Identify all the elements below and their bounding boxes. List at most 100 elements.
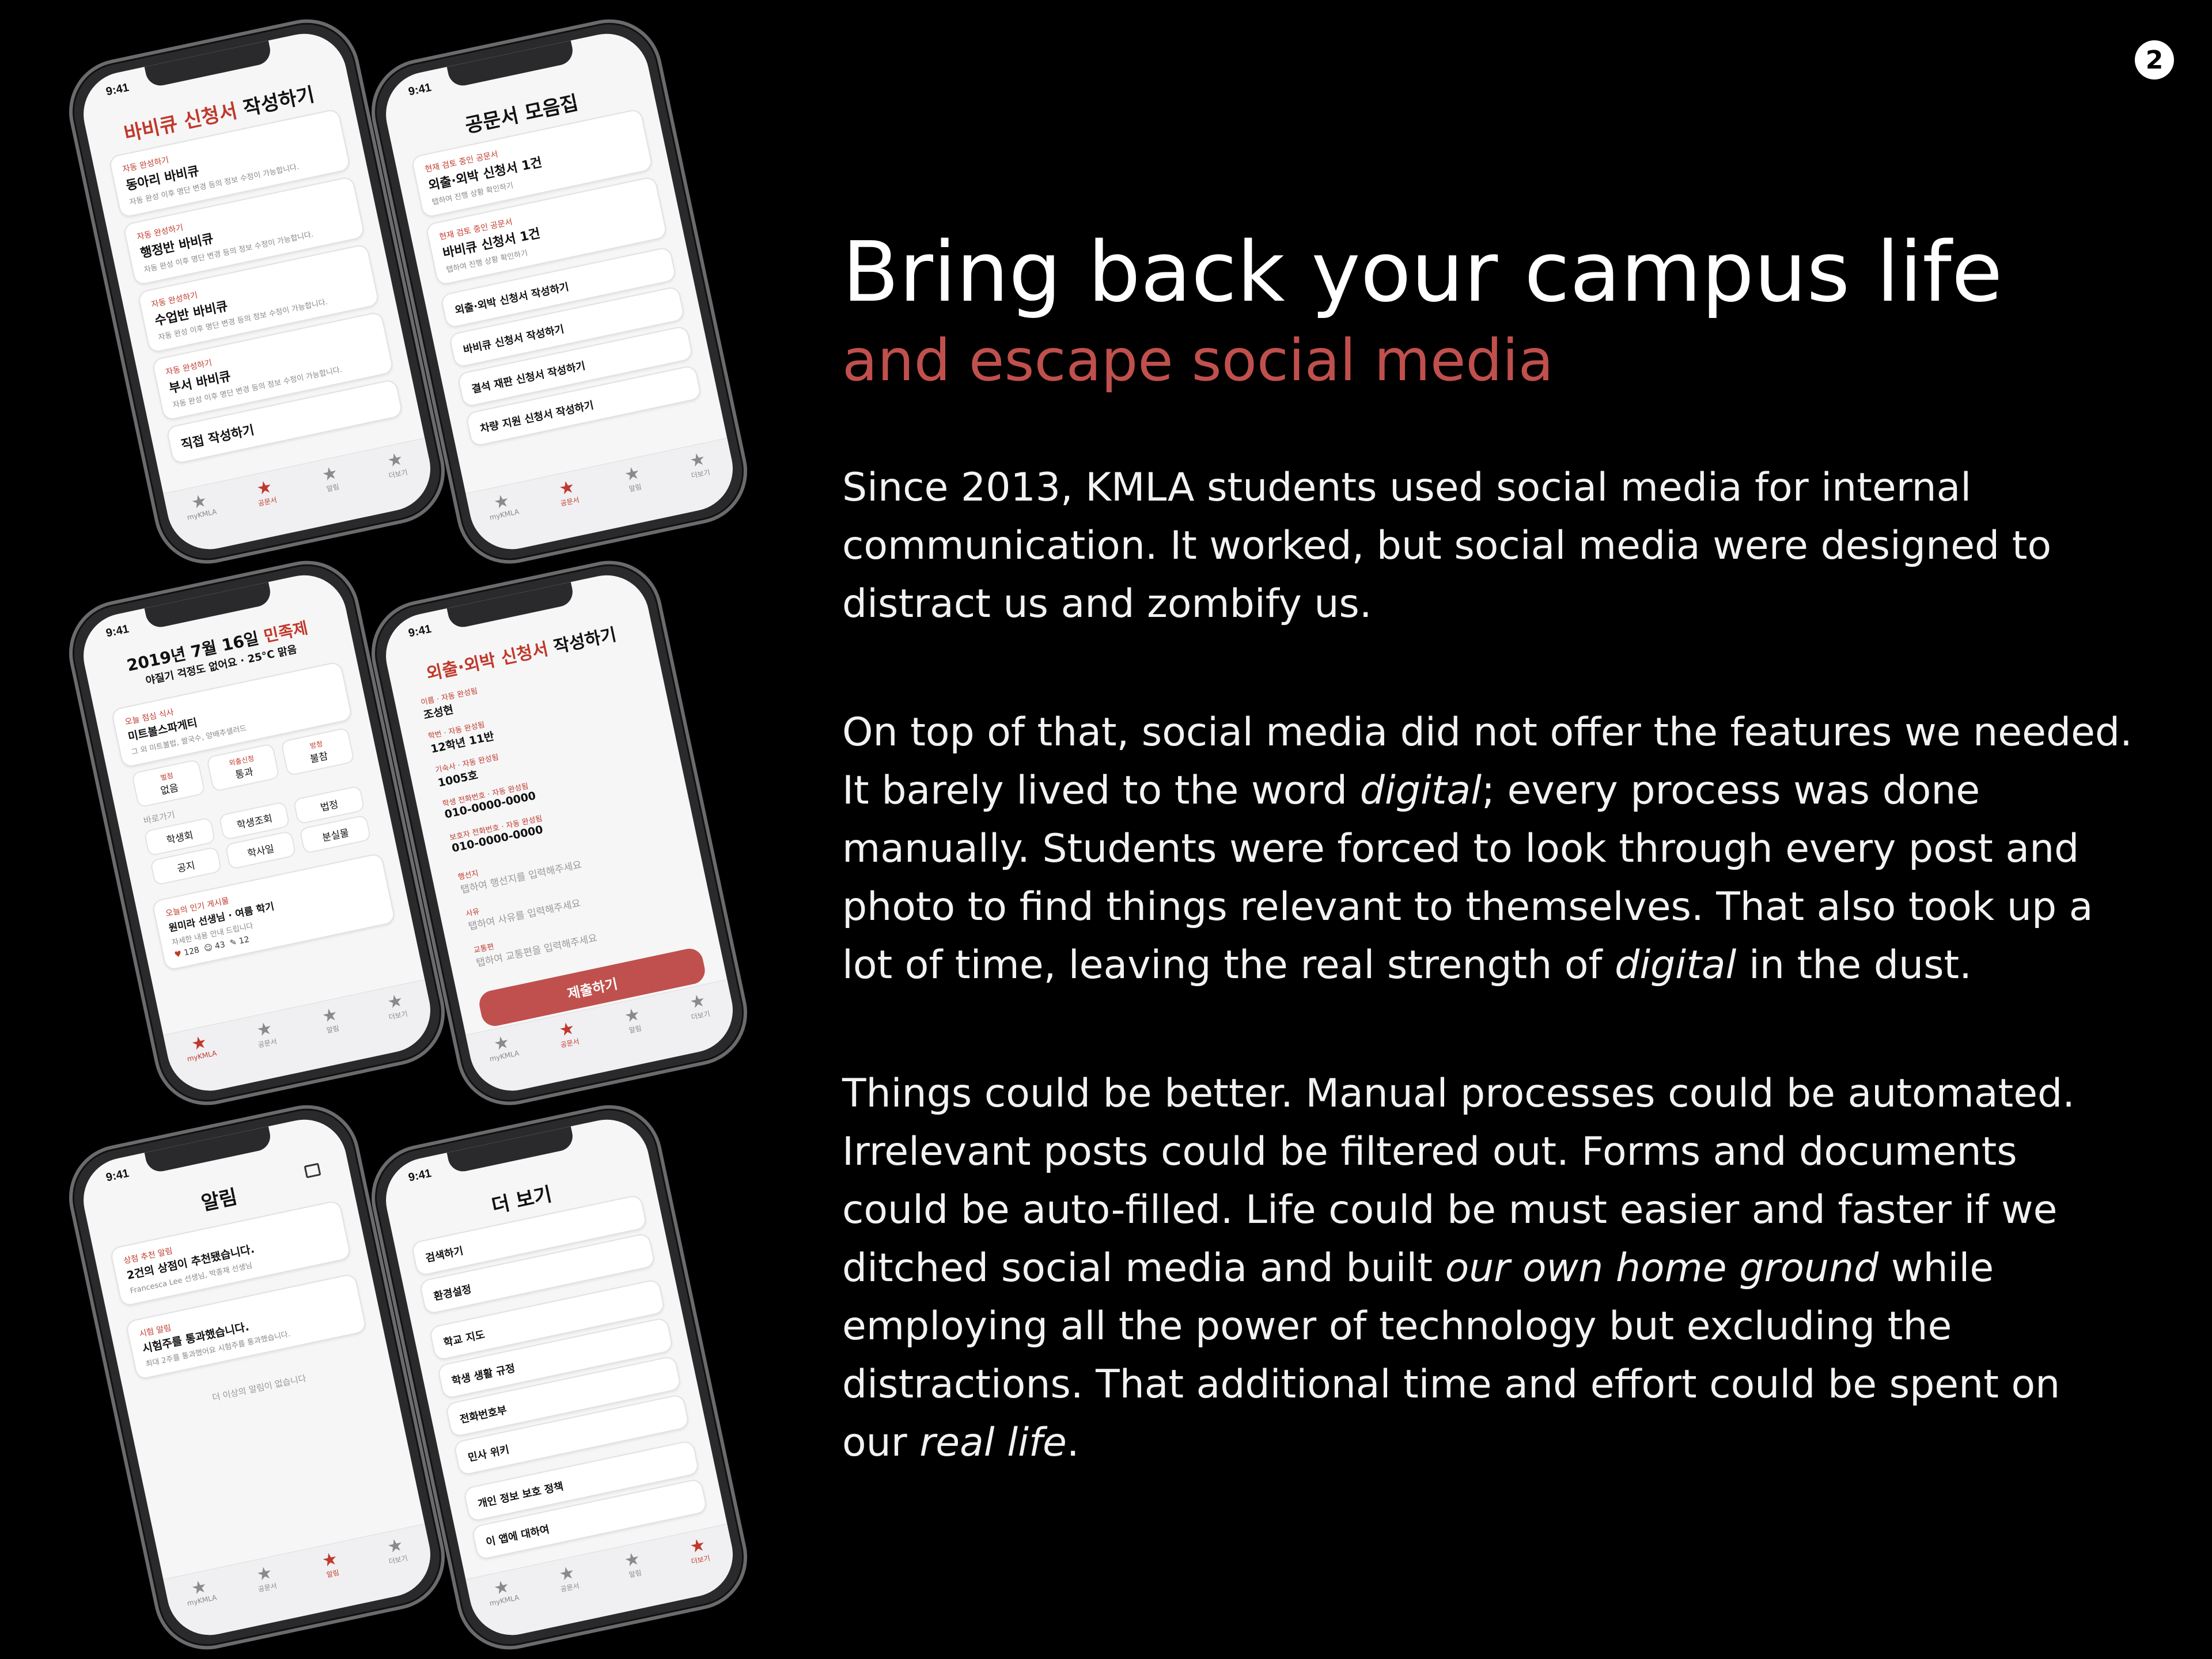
p3-emphasis-1: our own home ground bbox=[1445, 1245, 1879, 1291]
star-icon: ★ bbox=[255, 1562, 275, 1586]
tab-label: 공문서 bbox=[257, 495, 278, 508]
star-icon: ★ bbox=[622, 1548, 642, 1572]
p2-emphasis-2: digital bbox=[1615, 942, 1737, 988]
status-cell[interactable]: 방청 불참 bbox=[281, 727, 355, 777]
title-rest: 작성하기 bbox=[546, 624, 619, 659]
status-time: 9:41 bbox=[407, 81, 433, 99]
text-column: Bring back your campus life and escape s… bbox=[842, 224, 2133, 1511]
status-time: 9:41 bbox=[407, 622, 433, 640]
status-time: 9:41 bbox=[105, 622, 130, 640]
paragraph-1: Since 2013, KMLA students used social me… bbox=[842, 464, 2052, 627]
tab-more[interactable]: ★ 더보기 bbox=[673, 988, 724, 1025]
tab-docs[interactable]: ★ 공문서 bbox=[543, 1561, 593, 1597]
phone-notch bbox=[446, 582, 575, 630]
star-icon: ★ bbox=[557, 476, 577, 500]
tab-mykmla[interactable]: ★ myKMLA bbox=[478, 1575, 528, 1609]
star-icon: ★ bbox=[557, 1018, 577, 1041]
subheadline: and escape social media bbox=[842, 326, 1554, 394]
tab-label: 더보기 bbox=[690, 1009, 711, 1022]
tab-more[interactable]: ★ 더보기 bbox=[673, 447, 724, 483]
stat-reactions: 43 bbox=[214, 940, 226, 952]
tab-more[interactable]: ★ 더보기 bbox=[371, 447, 422, 483]
star-icon: ★ bbox=[688, 449, 707, 472]
tab-alerts[interactable]: ★ 알림 bbox=[306, 461, 357, 498]
tab-mykmla[interactable]: ★ myKMLA bbox=[478, 1031, 528, 1065]
tab-alerts[interactable]: ★ 알림 bbox=[306, 1003, 357, 1039]
tab-label: 알림 bbox=[325, 1568, 340, 1580]
tab-mykmla[interactable]: ★ myKMLA bbox=[175, 489, 225, 524]
tab-label: 알림 bbox=[628, 1024, 643, 1035]
tab-label: 공문서 bbox=[559, 1037, 580, 1050]
star-icon: ★ bbox=[255, 1018, 275, 1041]
p3-text-c: . bbox=[1066, 1419, 1080, 1465]
phone-notch bbox=[144, 1126, 273, 1175]
tab-label: 알림 bbox=[628, 482, 643, 494]
tab-docs[interactable]: ★ 공문서 bbox=[240, 1561, 291, 1597]
star-icon: ★ bbox=[385, 1535, 405, 1558]
tab-label: 공문서 bbox=[257, 1581, 278, 1594]
star-icon: ★ bbox=[622, 463, 642, 486]
tab-label: 알림 bbox=[628, 1568, 643, 1580]
comment-icon: ✎ bbox=[229, 937, 238, 948]
p3-emphasis-2: real life bbox=[919, 1419, 1067, 1465]
tab-label: 알림 bbox=[325, 482, 340, 494]
tab-label: 공문서 bbox=[559, 495, 580, 508]
phone-notch bbox=[144, 40, 273, 89]
smile-icon: ☺ bbox=[203, 942, 214, 954]
page-number-badge: 2 bbox=[2135, 40, 2174, 79]
status-cell[interactable]: 외출신청 통과 bbox=[206, 743, 281, 793]
star-icon: ★ bbox=[688, 990, 707, 1013]
tab-alerts[interactable]: ★ 알림 bbox=[608, 1003, 659, 1039]
status-time: 9:41 bbox=[105, 81, 130, 99]
phone-notch bbox=[446, 1126, 575, 1175]
p2-emphasis-1: digital bbox=[1359, 767, 1482, 813]
tab-mykmla[interactable]: ★ myKMLA bbox=[175, 1031, 225, 1065]
status-cell[interactable]: 벌점 없음 bbox=[131, 759, 206, 808]
phone-notch bbox=[144, 582, 273, 630]
paragraph-3: Things could be better. Manual processes… bbox=[842, 1065, 2133, 1472]
paragraph-2: On top of that, social media did not off… bbox=[842, 703, 2133, 994]
tab-label: 더보기 bbox=[388, 1009, 408, 1022]
tab-docs[interactable]: ★ 공문서 bbox=[543, 1017, 593, 1053]
tab-mykmla[interactable]: ★ myKMLA bbox=[478, 489, 528, 524]
tab-label: 더보기 bbox=[388, 1554, 408, 1566]
tab-label: 공문서 bbox=[559, 1581, 580, 1594]
cell-value: 통과 bbox=[234, 766, 255, 782]
tab-bar: ★ myKMLA ★ 공문서 ★ 알림 ★ 더보기 bbox=[163, 979, 438, 1099]
tab-label: 알림 bbox=[325, 1024, 340, 1035]
stat-likes: 128 bbox=[183, 945, 200, 958]
tab-more[interactable]: ★ 더보기 bbox=[371, 988, 422, 1025]
headline: Bring back your campus life bbox=[842, 224, 2003, 320]
tab-mykmla[interactable]: ★ myKMLA bbox=[175, 1575, 225, 1609]
cell-value: 없음 bbox=[160, 782, 180, 797]
tab-docs[interactable]: ★ 공문서 bbox=[240, 1017, 291, 1053]
tab-label: 공문서 bbox=[257, 1037, 278, 1050]
star-icon: ★ bbox=[557, 1562, 577, 1586]
tab-docs[interactable]: ★ 공문서 bbox=[240, 475, 291, 512]
tab-more[interactable]: ★ 더보기 bbox=[371, 1533, 422, 1569]
star-icon: ★ bbox=[320, 463, 340, 486]
star-icon: ★ bbox=[385, 449, 405, 472]
tab-alerts[interactable]: ★ 알림 bbox=[608, 1547, 659, 1584]
tab-more[interactable]: ★ 더보기 bbox=[673, 1533, 724, 1569]
star-icon: ★ bbox=[688, 1535, 707, 1558]
star-icon: ★ bbox=[255, 476, 275, 500]
tab-bar: ★ myKMLA ★ 공문서 ★ 알림 ★ 더보기 bbox=[465, 438, 741, 558]
cell-value: 불참 bbox=[309, 750, 329, 766]
tab-label: 더보기 bbox=[690, 1554, 711, 1566]
tab-docs[interactable]: ★ 공문서 bbox=[543, 475, 593, 512]
stat-comments: 12 bbox=[238, 934, 251, 946]
tab-alerts[interactable]: ★ 알림 bbox=[306, 1547, 357, 1584]
tab-alerts[interactable]: ★ 알림 bbox=[608, 461, 659, 498]
heart-icon: ♥ bbox=[173, 949, 183, 960]
star-icon: ★ bbox=[320, 1548, 340, 1572]
star-icon: ★ bbox=[385, 990, 405, 1013]
tab-bar: ★ myKMLA ★ 공문서 ★ 알림 ★ 더보기 bbox=[163, 1524, 438, 1643]
tab-label: 더보기 bbox=[388, 468, 408, 480]
star-icon: ★ bbox=[622, 1004, 642, 1028]
p2-text-c: in the dust. bbox=[1736, 942, 1972, 988]
status-time: 9:41 bbox=[407, 1166, 433, 1184]
phone-notch bbox=[446, 40, 575, 89]
star-icon: ★ bbox=[320, 1004, 340, 1028]
tab-label: 더보기 bbox=[690, 468, 711, 480]
